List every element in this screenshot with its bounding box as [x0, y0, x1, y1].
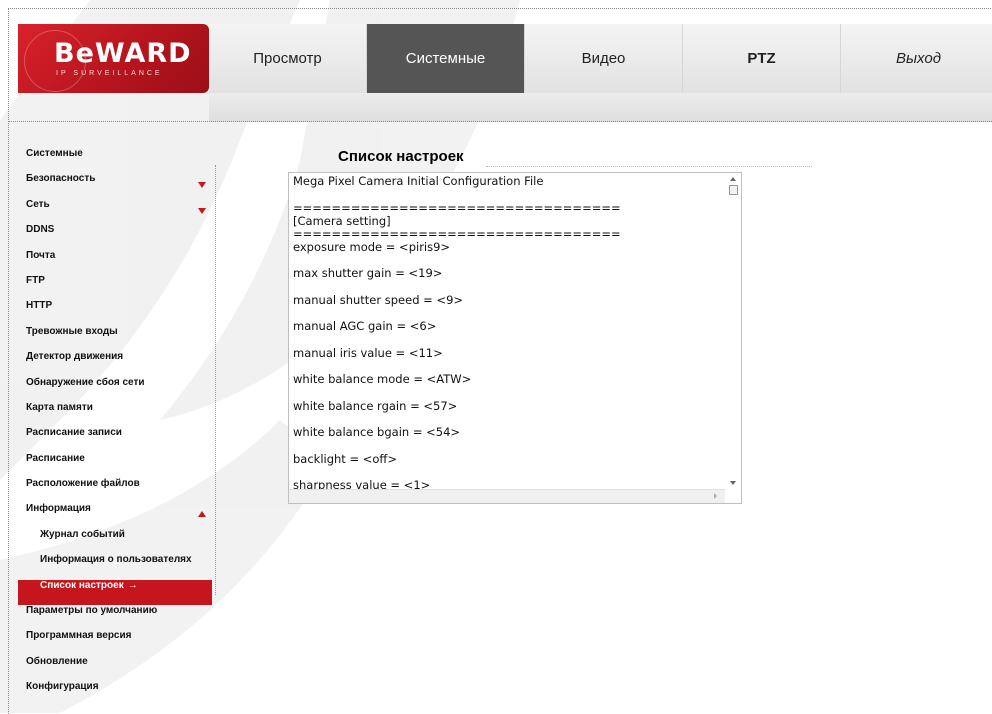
- config-line: [293, 413, 721, 427]
- sub-nav-bar: [209, 93, 992, 122]
- sidebar-item-ddns[interactable]: DDNS: [18, 224, 210, 249]
- sidebar-item-label: Конфигурация: [26, 681, 99, 693]
- vertical-scrollbar[interactable]: [725, 173, 741, 489]
- config-line: [293, 333, 721, 347]
- config-line: sharpness value = <1>: [293, 478, 431, 490]
- brand-logo[interactable]: BeWARD IP SURVEILLANCE: [18, 24, 209, 93]
- scroll-up-icon[interactable]: [730, 177, 736, 181]
- config-line: [293, 466, 721, 480]
- sidebar-item-label: HTTP: [26, 300, 53, 312]
- nav-system[interactable]: Системные: [367, 24, 525, 93]
- nav-ptz[interactable]: PTZ: [683, 24, 841, 93]
- sidebar-item-label: Сеть: [26, 198, 50, 210]
- sidebar-item-label: Информация: [26, 503, 91, 515]
- sidebar-item-label: Детектор движения: [26, 351, 124, 363]
- sidebar-menu: Системные Безопасность Сеть DDNS Почта F…: [18, 148, 212, 707]
- config-line: [293, 386, 721, 400]
- nav-view[interactable]: Просмотр: [209, 24, 367, 93]
- sidebar-item-label: DDNS: [26, 224, 55, 236]
- logo-subtext: IP SURVEILLANCE: [56, 70, 163, 77]
- expand-arrow-icon: [198, 182, 206, 189]
- sidebar-item-label: Расположение файлов: [26, 478, 140, 490]
- config-line: white balance mode = <ATW>: [293, 372, 472, 386]
- sidebar-item-label: Обнаружение сбоя сети: [26, 376, 145, 388]
- sidebar-item-settings-list[interactable]: Список настроек →: [18, 579, 212, 606]
- config-line: white balance bgain = <54>: [293, 425, 461, 439]
- expand-arrow-icon: [198, 207, 206, 214]
- sidebar-item-label: Системные: [26, 148, 83, 159]
- sidebar-item-event-log[interactable]: Журнал событий: [18, 529, 210, 554]
- sidebar-item-label: Журнал событий: [40, 528, 125, 540]
- config-line: Mega Pixel Camera Initial Configuration …: [293, 175, 544, 188]
- config-line: [293, 254, 721, 268]
- scroll-right-icon[interactable]: [714, 493, 717, 499]
- sidebar-item-defaults[interactable]: Параметры по умолчанию: [18, 605, 210, 630]
- sidebar-item-label: Расписание записи: [26, 427, 122, 439]
- sidebar-item-schedule[interactable]: Расписание: [18, 453, 210, 478]
- config-text: Mega Pixel Camera Initial Configuration …: [293, 175, 721, 489]
- sidebar-item-memory-card[interactable]: Карта памяти: [18, 402, 210, 427]
- sidebar-item-label: Обновление: [26, 655, 88, 667]
- sidebar-item-label: Расписание: [26, 452, 85, 464]
- config-line: [293, 360, 721, 374]
- config-line: [Camera setting]: [293, 213, 391, 228]
- sidebar-item-label: Информация о пользователях: [40, 554, 192, 566]
- top-nav: Просмотр Системные Видео PTZ Выход: [209, 24, 992, 93]
- sidebar-item-security[interactable]: Безопасность: [18, 173, 210, 198]
- config-textarea[interactable]: Mega Pixel Camera Initial Configuration …: [288, 172, 742, 504]
- page-title: Список настроек: [338, 148, 464, 165]
- sidebar-item-configuration[interactable]: Конфигурация: [18, 681, 210, 706]
- config-line: exposure mode = <piris9>: [293, 239, 451, 254]
- sidebar-item-network-failure[interactable]: Обнаружение сбоя сети: [18, 377, 210, 402]
- sidebar-item-update[interactable]: Обновление: [18, 656, 210, 681]
- sidebar-item-record-schedule[interactable]: Расписание записи: [18, 427, 210, 452]
- nav-video[interactable]: Видео: [525, 24, 683, 93]
- sidebar-divider: [215, 165, 216, 595]
- title-divider: [486, 166, 812, 167]
- sidebar-item-system[interactable]: Системные: [18, 148, 210, 173]
- sidebar-item-label: FTP: [26, 274, 45, 286]
- sidebar-item-user-info[interactable]: Информация о пользователях: [18, 554, 210, 579]
- sidebar-item-label: Параметры по умолчанию: [26, 605, 158, 617]
- right-arrow-icon: →: [127, 579, 138, 591]
- config-line: [293, 307, 721, 321]
- scroll-down-icon[interactable]: [730, 481, 736, 485]
- config-line: backlight = <off>: [293, 451, 397, 466]
- sidebar-item-label: Список настроек: [40, 579, 124, 591]
- sidebar-item-file-location[interactable]: Расположение файлов: [18, 478, 210, 503]
- config-line: manual AGC gain = <6>: [293, 319, 437, 333]
- config-line: max shutter gain = <19>: [293, 266, 443, 280]
- sidebar-item-label: Почта: [26, 249, 56, 261]
- sidebar-item-firmware-version[interactable]: Программная версия: [18, 630, 210, 655]
- sidebar-item-information[interactable]: Информация: [18, 503, 210, 528]
- sidebar-item-network[interactable]: Сеть: [18, 199, 210, 224]
- config-line: ==================================: [293, 226, 621, 241]
- sidebar-item-label: Программная версия: [26, 630, 132, 642]
- config-line: manual shutter speed = <9>: [293, 292, 464, 307]
- header-divider: [8, 121, 992, 123]
- config-line: [293, 280, 721, 294]
- sidebar-item-motion-detector[interactable]: Детектор движения: [18, 351, 210, 376]
- config-line: [293, 439, 721, 453]
- collapse-arrow-icon: [198, 511, 206, 518]
- sidebar-item-label: Карта памяти: [26, 401, 93, 413]
- sidebar-item-label: Безопасность: [26, 173, 96, 185]
- scroll-thumb[interactable]: [729, 185, 738, 195]
- horizontal-scrollbar[interactable]: [289, 489, 725, 503]
- config-line: ==================================: [293, 200, 621, 215]
- sidebar-item-label: Тревожные входы: [26, 325, 118, 337]
- sidebar-item-http[interactable]: HTTP: [18, 300, 210, 325]
- config-line: [293, 188, 721, 202]
- config-line: white balance rgain = <57>: [293, 398, 458, 413]
- config-line: manual iris value = <11>: [293, 345, 443, 360]
- nav-logout[interactable]: Выход: [841, 24, 992, 93]
- logo-text: BeWARD: [54, 38, 192, 69]
- sidebar-item-mail[interactable]: Почта: [18, 250, 210, 275]
- sidebar-item-ftp[interactable]: FTP: [18, 275, 210, 300]
- sidebar-item-alarm-inputs[interactable]: Тревожные входы: [18, 326, 210, 351]
